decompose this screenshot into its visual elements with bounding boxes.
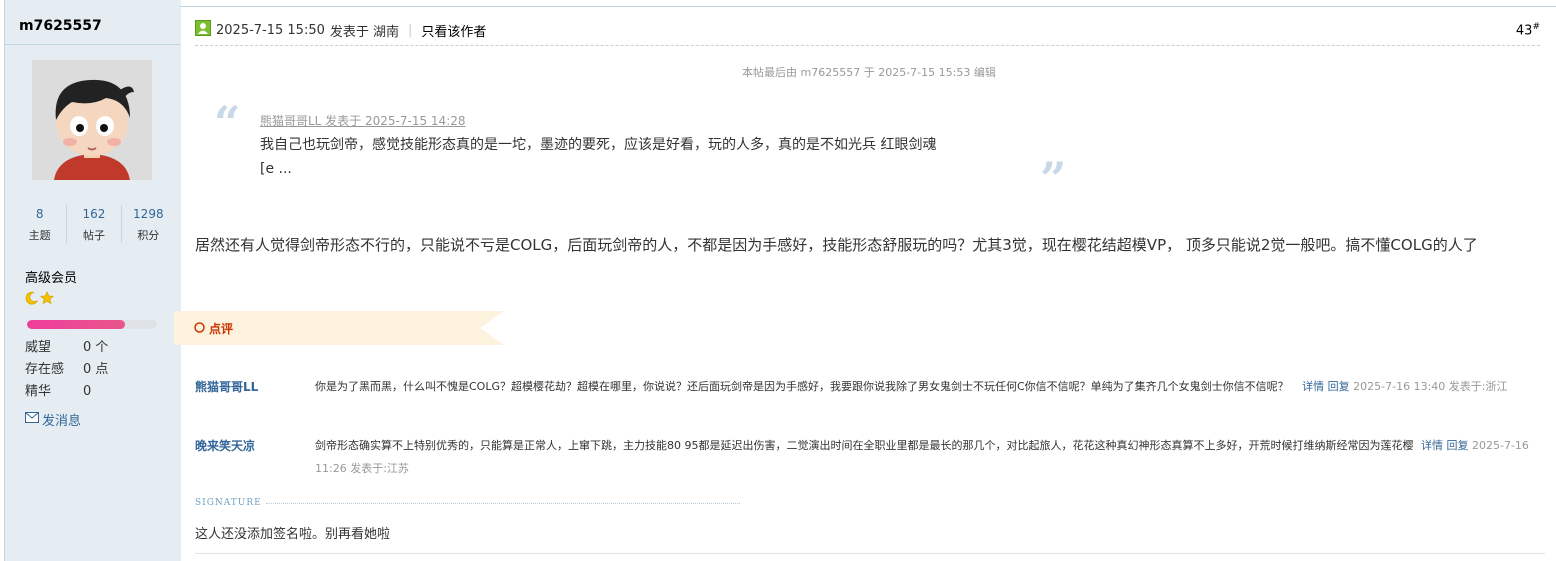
- send-message-label: 发消息: [42, 414, 82, 429]
- online-status-icon: [195, 20, 211, 40]
- post-bottom-border: [195, 553, 1545, 554]
- quote-line: [e ...: [260, 161, 292, 177]
- comment-meta: 2025-7-16 13:40 发表于:浙江: [1353, 380, 1508, 393]
- review-label: 点评: [194, 320, 233, 337]
- envelope-icon: [25, 412, 39, 427]
- signature-label: SIGNATURE: [195, 498, 262, 508]
- signature-dots: [265, 503, 740, 504]
- last-edit-notice: 本帖最后由 m7625557 于 2025-7-15 15:53 编辑: [742, 66, 996, 79]
- open-quote-icon: “: [214, 96, 241, 150]
- info-value: 0 个: [83, 340, 109, 355]
- close-quote-icon: ”: [1040, 152, 1067, 206]
- info-row-prestige: 威望 0 个: [25, 337, 108, 359]
- author-sidebar: m7625557 8 主题 162 帖子 1298 积分 高级会员 威望 0 个…: [4, 0, 181, 561]
- review-circle-icon: [194, 321, 205, 336]
- header-separator: |: [408, 22, 413, 38]
- comment-username[interactable]: 晚来笑天凉: [195, 434, 315, 480]
- comment-body: 你是为了黑而黑，什么叫不愧是COLG？超模樱花劫？超模在哪里，你说说？还后面玩剑…: [315, 375, 1543, 398]
- post-body: 居然还有人觉得剑帝形态不行的，只能说不亏是COLG，后面玩剑帝的人，不都是因为手…: [195, 236, 1478, 254]
- review-comment: 熊猫哥哥LL 你是为了黑而黑，什么叫不愧是COLG？超模樱花劫？超模在哪里，你说…: [195, 375, 1545, 398]
- comment-details-link[interactable]: 详情: [1302, 380, 1324, 393]
- star-icon: [40, 291, 54, 309]
- floor-mark: #: [1532, 22, 1540, 32]
- stat-threads-value[interactable]: 8: [13, 205, 66, 223]
- rank-progress-bar: [27, 320, 157, 329]
- post-top-border: [180, 6, 1556, 7]
- author-username[interactable]: m7625557: [19, 18, 102, 34]
- author-info: 威望 0 个 存在感 0 点 精华 0: [25, 337, 108, 403]
- avatar[interactable]: [32, 60, 152, 180]
- quote-text: 我自己也玩剑帝，感觉技能形态真的是一坨，墨迹的要死，应该是好看，玩的人多，真的是…: [260, 133, 1040, 181]
- floor-number-value: 43: [1515, 23, 1533, 39]
- comment-details-link[interactable]: 详情: [1421, 439, 1443, 452]
- quote-line: 我自己也玩剑帝，感觉技能形态真的是一坨，墨迹的要死，应该是好看，玩的人多，真的是…: [260, 137, 937, 153]
- quote-citation[interactable]: 熊猫哥哥LL 发表于 2025-7-15 14:28: [260, 112, 466, 129]
- info-row-presence: 存在感 0 点: [25, 359, 108, 381]
- comment-reply-link[interactable]: 回复: [1328, 380, 1350, 393]
- comment-text: 你是为了黑而黑，什么叫不愧是COLG？超模樱花劫？超模在哪里，你说说？还后面玩剑…: [315, 380, 1289, 393]
- stat-threads-label: 主题: [28, 229, 51, 242]
- info-value: 0 点: [83, 362, 109, 377]
- post-header-divider: [195, 45, 1540, 46]
- floor-number[interactable]: 43#: [1516, 22, 1540, 38]
- info-key: 存在感: [25, 362, 65, 377]
- rank-progress-fill: [27, 320, 125, 329]
- stat-posts-label: 帖子: [82, 229, 105, 242]
- sidebar-divider: [5, 44, 181, 45]
- post-header: 2025-7-15 15:50 发表于 湖南 | 只看该作者: [195, 20, 486, 40]
- author-stats: 8 主题 162 帖子 1298 积分: [13, 205, 175, 243]
- stat-credits-label: 积分: [137, 229, 160, 242]
- comment-body: 剑帝形态确实算不上特别优秀的，只能算是正常人，上窜下跳，主力技能80 95都是延…: [315, 434, 1543, 480]
- view-author-only-link[interactable]: 只看该作者: [421, 21, 486, 40]
- post-location: 发表于 湖南: [329, 24, 400, 40]
- rank-icons: [25, 291, 54, 309]
- moon-icon: [25, 291, 39, 309]
- stat-credits: 1298 积分: [122, 205, 175, 243]
- forum-post: m7625557 8 主题 162 帖子 1298 积分 高级会员 威望 0 个…: [0, 0, 1556, 561]
- quote-block: “ 熊猫哥哥LL 发表于 2025-7-15 14:28 我自己也玩剑帝，感觉技…: [200, 100, 1080, 202]
- info-key: 精华: [25, 384, 52, 399]
- info-value: 0: [83, 384, 92, 399]
- info-key: 威望: [25, 340, 52, 355]
- comment-username[interactable]: 熊猫哥哥LL: [195, 375, 315, 398]
- signature-divider: SIGNATURE: [195, 498, 740, 508]
- send-message-link[interactable]: 发消息: [25, 410, 81, 429]
- signature-text: 这人还没添加签名啦。别再看她啦: [195, 527, 391, 542]
- comment-text: 剑帝形态确实算不上特别优秀的，只能算是正常人，上窜下跳，主力技能80 95都是延…: [315, 439, 1414, 452]
- stat-threads: 8 主题: [13, 205, 68, 243]
- info-row-digest: 精华 0: [25, 381, 108, 403]
- comment-reply-link[interactable]: 回复: [1446, 439, 1468, 452]
- review-title: 点评: [209, 322, 234, 336]
- review-header: 点评: [174, 311, 504, 345]
- usergroup[interactable]: 高级会员: [25, 267, 77, 286]
- avatar-illustration: [32, 60, 152, 180]
- stat-posts-value[interactable]: 162: [67, 205, 120, 223]
- stat-credits-value[interactable]: 1298: [122, 205, 175, 223]
- stat-posts: 162 帖子: [67, 205, 122, 243]
- review-comment: 晚来笑天凉 剑帝形态确实算不上特别优秀的，只能算是正常人，上窜下跳，主力技能80…: [195, 434, 1545, 480]
- post-timestamp: 2025-7-15 15:50: [216, 22, 325, 38]
